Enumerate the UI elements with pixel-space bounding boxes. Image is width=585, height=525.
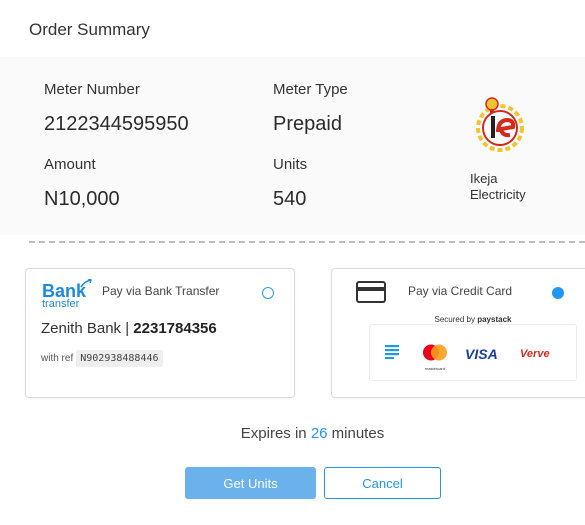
bank-transfer-logo-icon: Bank transfer [42, 279, 92, 310]
amount-label: Amount [44, 156, 96, 173]
expiry-prefix: Expires in [240, 425, 307, 442]
get-units-button[interactable]: Get Units [185, 467, 316, 499]
account-number: 2231784356 [133, 320, 217, 337]
credit-card-title: Pay via Credit Card [408, 284, 513, 298]
mastercard-label: mastercard [424, 366, 445, 371]
ref-label: with ref [41, 353, 74, 364]
meter-type-label: Meter Type [273, 81, 348, 98]
credit-card-option[interactable]: Pay via Credit Card Secured by paystack … [331, 268, 585, 398]
expiry-suffix: minutes [331, 425, 385, 442]
payment-brands-box: Secured by paystack mastercard VISA Verv… [369, 315, 577, 381]
meter-number-value: 2122344595950 [44, 113, 189, 135]
secured-by-line: Secured by paystack [370, 315, 576, 324]
bank-transfer-title: Pay via Bank Transfer [102, 284, 220, 298]
units-label: Units [273, 156, 308, 173]
verve-logo: Verve [520, 348, 550, 360]
expiry-minutes: 26 [310, 425, 328, 442]
paystack-brand: paystack [477, 315, 512, 324]
provider-name-line2: Electricity [470, 187, 526, 202]
ref-value: N902938488446 [76, 350, 163, 367]
bank-name: Zenith Bank [41, 320, 122, 337]
bank-transfer-option[interactable]: Bank transfer Pay via Bank Transfer Zeni… [25, 268, 295, 398]
provider-name: Ikeja Electricity [470, 171, 526, 203]
ikeja-electric-logo-icon [470, 90, 530, 156]
cancel-button[interactable]: Cancel [324, 467, 441, 499]
provider-name-line1: Ikeja [470, 171, 498, 186]
credit-card-icon [356, 281, 386, 308]
bank-separator: | [125, 320, 130, 337]
meter-type-value: Prepaid [273, 113, 342, 135]
amount-value: N10,000 [44, 188, 120, 210]
divider [29, 241, 585, 243]
reference-row: with ref N902938488446 [41, 350, 163, 367]
paystack-icon [385, 345, 399, 364]
page-title: Order Summary [29, 20, 150, 39]
units-value: 540 [273, 188, 307, 210]
mastercard-icon: mastercard [421, 344, 449, 371]
meter-number-label: Meter Number [44, 81, 140, 98]
visa-logo: VISA [465, 346, 498, 362]
credit-card-radio[interactable] [552, 287, 564, 299]
bank-transfer-radio[interactable] [262, 287, 274, 299]
bank-account-line: Zenith Bank | 2231784356 [41, 320, 217, 337]
secured-by-label: Secured by [434, 315, 475, 324]
expiry-line: Expires in 26 minutes [0, 425, 585, 442]
